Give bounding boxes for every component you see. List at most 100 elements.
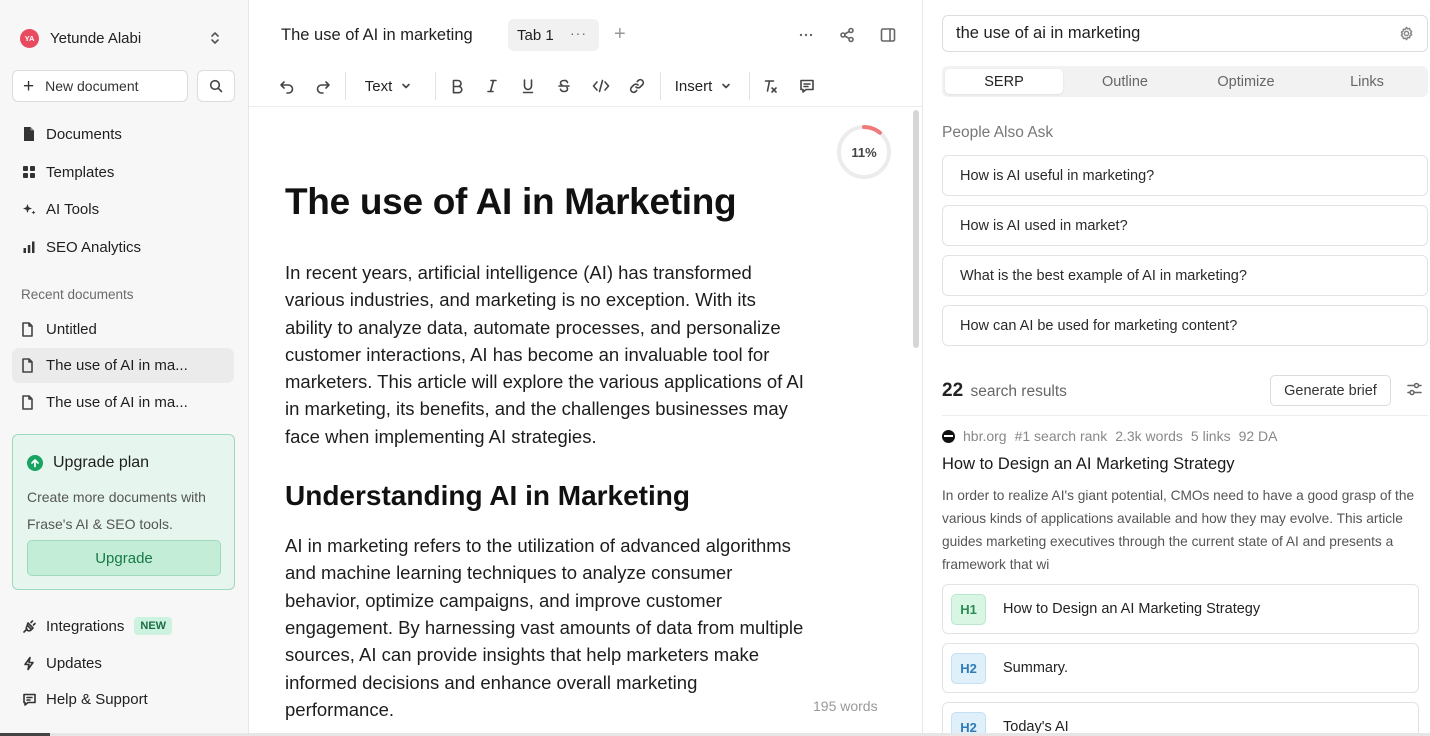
chevron-down-icon [401, 81, 411, 91]
tab-label: Tab 1 [517, 26, 554, 44]
toolbar-divider-line [249, 106, 922, 107]
bar-chart-icon [21, 239, 37, 255]
panel-toggle-icon[interactable] [880, 27, 896, 43]
result-title[interactable]: How to Design an AI Marketing Strategy [942, 455, 1235, 474]
tab-outline[interactable]: Outline [1066, 69, 1184, 94]
sidebar-item-label: SEO Analytics [46, 238, 142, 256]
comment-button[interactable] [793, 70, 821, 102]
tab-links[interactable]: Links [1308, 69, 1426, 94]
sidebar-item-help-support[interactable]: Help & Support [12, 682, 234, 716]
paa-question[interactable]: How is AI useful in marketing? [942, 155, 1428, 196]
document-body[interactable]: The use of AI in Marketing In recent yea… [285, 174, 805, 723]
sidebar-item-integrations[interactable]: Integrations NEW [12, 609, 234, 643]
text-style-label: Text [364, 77, 393, 95]
redo-button[interactable] [309, 70, 337, 102]
italic-button[interactable] [478, 70, 506, 102]
result-da: 92 DA [1238, 428, 1278, 444]
sidebar-item-updates[interactable]: Updates [12, 646, 234, 680]
result-domain[interactable]: hbr.org [963, 428, 1007, 444]
bold-button[interactable] [443, 70, 471, 102]
search-button[interactable] [197, 70, 235, 102]
seo-panel: the use of ai in marketing SERP Outline … [924, 0, 1430, 733]
editor: The use of AI in marketing Tab 1 ··· + T… [249, 0, 923, 733]
tab-serp[interactable]: SERP [945, 69, 1063, 94]
upgrade-title: Upgrade plan [27, 454, 149, 472]
strikethrough-button[interactable] [550, 70, 578, 102]
heading-text: How to Design an AI Marketing Strategy [1003, 601, 1261, 617]
heading-tag: H2 [951, 711, 986, 733]
sidebar-item-templates[interactable]: Templates [12, 155, 234, 189]
file-icon [21, 358, 37, 373]
new-document-button[interactable]: + New document [12, 70, 188, 102]
share-icon[interactable] [839, 27, 855, 43]
avatar: YA [20, 28, 39, 48]
document-title[interactable]: The use of AI in marketing [281, 26, 473, 45]
underline-icon [521, 78, 535, 94]
recent-document-label: The use of AI in ma... [46, 394, 188, 411]
undo-button[interactable] [273, 70, 301, 102]
query-input[interactable]: the use of ai in marketing [942, 15, 1428, 52]
word-count: 195 words [813, 698, 878, 714]
paragraph-intro: In recent years, artificial intelligence… [285, 262, 804, 447]
add-tab-button[interactable]: + [614, 24, 626, 44]
text-style-dropdown[interactable]: Text [357, 70, 419, 102]
plus-icon: + [23, 75, 35, 97]
tab-1[interactable]: Tab 1 ··· [508, 19, 599, 51]
undo-icon [279, 78, 295, 94]
clear-format-icon [763, 78, 779, 94]
content-score-label: 11% [851, 144, 877, 160]
recent-document-item[interactable]: The use of AI in ma... [12, 385, 234, 420]
editor-scrollbar[interactable] [913, 110, 919, 348]
sidebar-item-label: Documents [46, 125, 122, 143]
results-number: 22 [942, 380, 964, 401]
result-words: 2.3k words [1115, 428, 1183, 444]
paa-question[interactable]: How is AI used in market? [942, 205, 1428, 246]
sidebar-item-documents[interactable]: Documents [12, 117, 234, 151]
user-switcher[interactable]: YA Yetunde Alabi [12, 22, 234, 54]
result-heading-card[interactable]: H2 Summary. [942, 643, 1419, 693]
more-horizontal-icon[interactable] [798, 28, 814, 42]
paa-question[interactable]: How can AI be used for marketing content… [942, 305, 1428, 346]
recent-document-item[interactable]: Untitled [12, 312, 234, 347]
clear-format-button[interactable] [757, 70, 785, 102]
sliders-icon[interactable] [1407, 382, 1422, 396]
results-label: search results [970, 383, 1067, 400]
upgrade-description: Create more documents with Frase's AI & … [27, 489, 206, 532]
chevron-updown-icon [208, 30, 222, 46]
chat-icon [21, 691, 37, 707]
code-button[interactable] [587, 70, 615, 102]
query-text: the use of ai in marketing [956, 24, 1141, 42]
gear-icon[interactable] [1399, 26, 1414, 41]
sidebar-item-ai-tools[interactable]: AI Tools [12, 192, 234, 226]
sidebar-item-label: AI Tools [46, 200, 100, 218]
sparkle-icon [21, 201, 37, 217]
result-links: 5 links [1190, 428, 1231, 444]
heading-text: Summary. [1003, 660, 1068, 676]
toolbar-divider [660, 72, 661, 100]
new-badge: NEW [134, 617, 173, 635]
code-icon [592, 78, 610, 94]
sidebar-item-label: Updates [46, 654, 102, 672]
tab-optimize[interactable]: Optimize [1187, 69, 1305, 94]
sidebar-item-seo-analytics[interactable]: SEO Analytics [12, 230, 234, 264]
result-heading-card[interactable]: H2 Today's AI [942, 702, 1419, 733]
search-results-count: 22 search results [942, 380, 1067, 402]
upgrade-card: Upgrade plan Create more documents with … [12, 434, 235, 590]
more-icon[interactable]: ··· [570, 25, 587, 41]
underline-button[interactable] [514, 70, 542, 102]
people-also-ask-heading: People Also Ask [942, 124, 1054, 141]
document-heading-2: Understanding AI in Marketing [285, 480, 690, 512]
result-heading-card[interactable]: H1 How to Design an AI Marketing Strateg… [942, 584, 1419, 634]
file-icon [21, 395, 37, 410]
upgrade-button[interactable]: Upgrade [27, 540, 221, 576]
results-divider [942, 415, 1428, 416]
generate-brief-button[interactable]: Generate brief [1270, 375, 1391, 406]
arrow-up-icon [27, 455, 43, 471]
recent-document-item[interactable]: The use of AI in ma... [12, 348, 234, 383]
paa-question[interactable]: What is the best example of AI in market… [942, 255, 1428, 296]
recent-document-label: The use of AI in ma... [46, 357, 188, 374]
link-button[interactable] [623, 70, 651, 102]
insert-dropdown[interactable]: Insert [671, 70, 735, 102]
sidebar-item-label: Help & Support [46, 690, 148, 708]
grid-icon [21, 164, 37, 180]
